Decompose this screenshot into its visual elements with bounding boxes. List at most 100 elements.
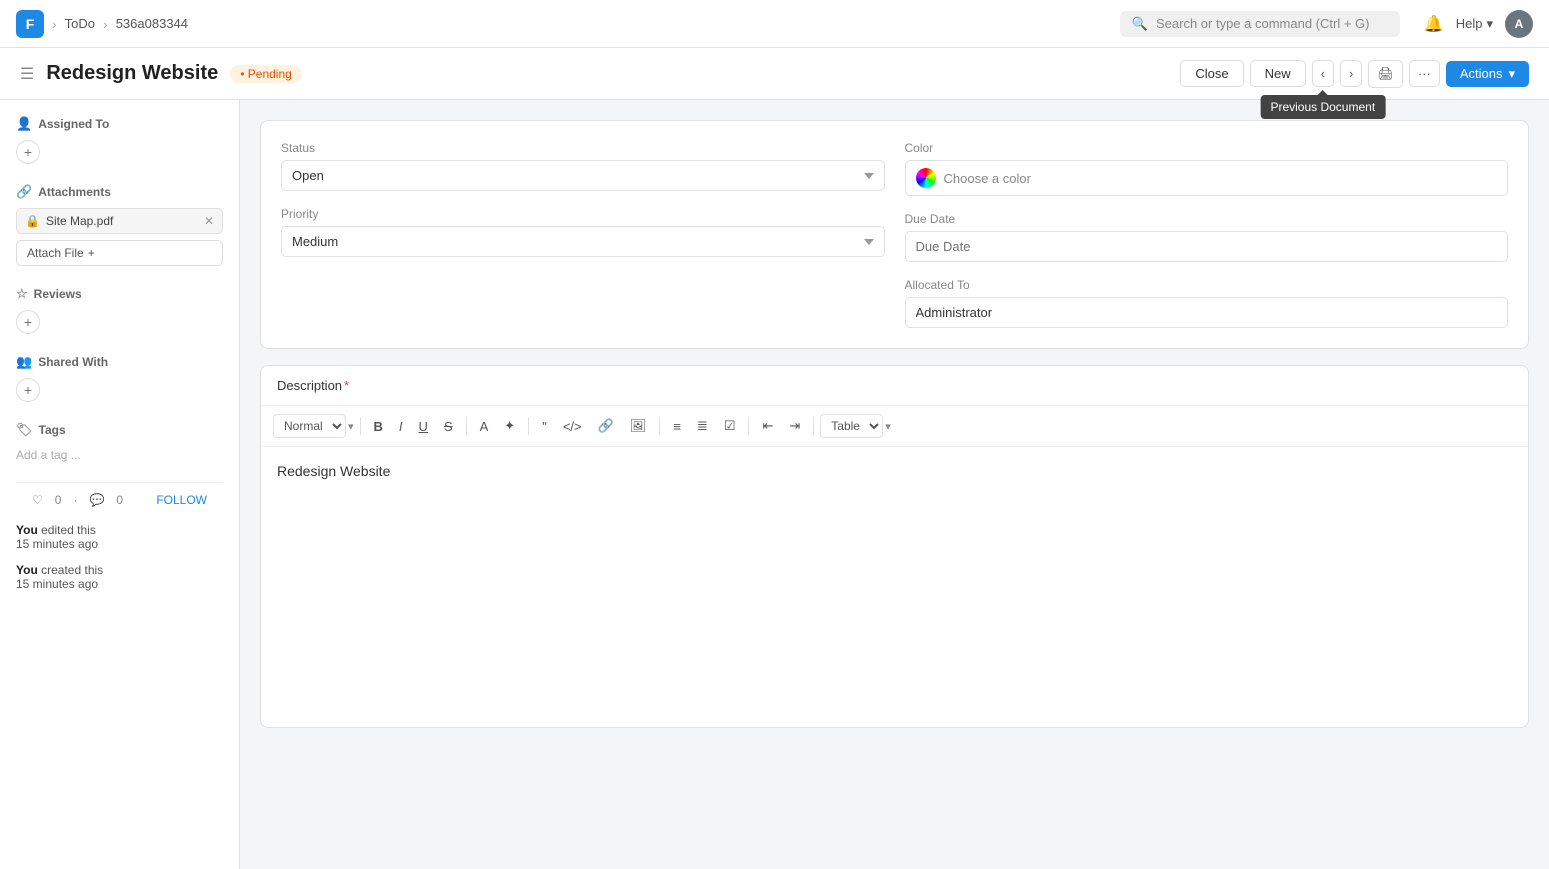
link-button[interactable]: 🔗 <box>591 414 621 438</box>
search-bar[interactable]: 🔍 Search or type a command (Ctrl + G) <box>1120 11 1400 37</box>
search-placeholder: Search or type a command (Ctrl + G) <box>1156 16 1370 31</box>
format-select[interactable]: Normal <box>273 414 346 438</box>
doc-title: Redesign Website <box>46 62 218 85</box>
navbar: F › ToDo › 536a083344 🔍 Search or type a… <box>0 0 1549 48</box>
main-content: Status Open Priority Medium <box>240 100 1549 869</box>
help-menu[interactable]: Help ▾ <box>1456 16 1493 32</box>
description-card: Description* Normal ▾ B I U S A ✦ " </> … <box>260 365 1529 728</box>
toolbar-divider-6 <box>813 417 814 435</box>
attachments-section: 🔗 Attachments 🔒 Site Map.pdf ✕ Attach Fi… <box>16 184 223 266</box>
color-picker[interactable]: Choose a color <box>905 160 1509 196</box>
form-card: Status Open Priority Medium <box>260 120 1529 349</box>
add-tag-input[interactable]: Add a tag ... <box>16 448 81 462</box>
table-chevron-icon: ▾ <box>885 420 891 433</box>
bold-button[interactable]: B <box>367 415 390 438</box>
attach-label: Attach File <box>27 246 84 260</box>
remove-attachment-icon[interactable]: ✕ <box>204 214 214 228</box>
form-right-col: Color Choose a color Due Date Allocated … <box>905 141 1509 328</box>
priority-select[interactable]: Medium <box>281 226 885 257</box>
blockquote-button[interactable]: " <box>535 415 554 438</box>
breadcrumb-id[interactable]: 536a083344 <box>116 16 188 31</box>
attachment-filename[interactable]: Site Map.pdf <box>46 214 113 228</box>
file-icon: 🔒 <box>25 214 40 228</box>
description-label: Description <box>277 378 342 393</box>
allocated-to-group: Allocated To <box>905 278 1509 328</box>
doc-header: ☰ Redesign Website • Pending Close New ‹… <box>0 48 1549 100</box>
checklist-button[interactable]: ☑ <box>717 414 743 438</box>
follow-button[interactable]: FOLLOW <box>156 493 207 507</box>
shared-with-section: 👥 Shared With + <box>16 354 223 402</box>
avatar[interactable]: A <box>1505 10 1533 38</box>
heart-icon: ♡ <box>32 493 43 507</box>
toolbar-divider-1 <box>360 417 361 435</box>
underline-button[interactable]: U <box>412 415 435 438</box>
stats-row: ♡ 0 · 💬 0 FOLLOW <box>16 482 223 517</box>
people-icon: 👥 <box>16 354 32 370</box>
search-icon: 🔍 <box>1132 16 1148 32</box>
assigned-to-section: 👤 Assigned To + <box>16 116 223 164</box>
next-doc-button[interactable]: › <box>1340 60 1362 87</box>
unordered-list-button[interactable]: ≣ <box>690 414 715 438</box>
editor-body[interactable]: Redesign Website <box>261 447 1528 727</box>
dot-divider: · <box>73 493 77 507</box>
reviews-label: Reviews <box>34 287 82 301</box>
highlight-button[interactable]: ✦ <box>497 414 522 438</box>
image-button[interactable]: 🖼 <box>623 414 654 438</box>
star-icon: ☆ <box>16 286 28 302</box>
tags-header: 🏷 Tags <box>16 422 223 438</box>
strikethrough-button[interactable]: S <box>437 415 460 438</box>
notifications-icon[interactable]: 🔔 <box>1424 14 1444 34</box>
activity-item-0: You edited this 15 minutes ago <box>16 517 223 557</box>
indent-decrease-button[interactable]: ⇤ <box>755 414 780 438</box>
activity-when-1: 15 minutes ago <box>16 577 98 591</box>
close-button[interactable]: Close <box>1180 60 1243 87</box>
toolbar-divider-5 <box>748 417 749 435</box>
form-grid: Status Open Priority Medium <box>281 141 1508 328</box>
assigned-to-header: 👤 Assigned To <box>16 116 223 132</box>
status-select[interactable]: Open <box>281 160 885 191</box>
add-review-button[interactable]: + <box>16 310 40 334</box>
due-date-group: Due Date <box>905 212 1509 262</box>
toolbar-divider-2 <box>466 417 467 435</box>
activity-item-1: You created this 15 minutes ago <box>16 557 223 597</box>
actions-button[interactable]: Actions ▾ <box>1446 61 1529 87</box>
activity-log: You edited this 15 minutes ago You creat… <box>16 517 223 597</box>
color-wheel-icon <box>916 168 936 188</box>
attach-file-button[interactable]: Attach File + <box>16 240 223 266</box>
due-date-label: Due Date <box>905 212 1509 226</box>
activity-action-1: created this <box>41 563 103 577</box>
description-header: Description* <box>261 366 1528 406</box>
breadcrumb-todo[interactable]: ToDo <box>65 16 95 31</box>
tags-label: Tags <box>39 423 66 437</box>
prev-doc-button[interactable]: ‹ <box>1312 60 1334 87</box>
add-assigned-to-button[interactable]: + <box>16 140 40 164</box>
activity-who-0: You <box>16 523 38 537</box>
toolbar-divider-3 <box>528 417 529 435</box>
sidebar-toggle-icon[interactable]: ☰ <box>20 64 34 84</box>
ordered-list-button[interactable]: ≡ <box>666 415 688 438</box>
priority-group: Priority Medium <box>281 207 885 257</box>
attachment-icon: 🔗 <box>16 184 32 200</box>
code-button[interactable]: </> <box>556 415 589 438</box>
toolbar-chevron-icon: ▾ <box>348 420 354 433</box>
editor-content: Redesign Website <box>277 463 390 479</box>
indent-increase-button[interactable]: ⇥ <box>782 414 807 438</box>
allocated-to-label: Allocated To <box>905 278 1509 292</box>
app-logo[interactable]: F <box>16 10 44 38</box>
more-options-button[interactable]: ··· <box>1409 60 1440 87</box>
new-button[interactable]: New <box>1250 60 1306 87</box>
italic-button[interactable]: I <box>392 415 410 438</box>
due-date-input[interactable] <box>905 231 1509 262</box>
color-group: Color Choose a color <box>905 141 1509 196</box>
form-left-col: Status Open Priority Medium <box>281 141 885 328</box>
attachment-file-item: 🔒 Site Map.pdf ✕ <box>16 208 223 234</box>
add-shared-with-button[interactable]: + <box>16 378 40 402</box>
reviews-header: ☆ Reviews <box>16 286 223 302</box>
priority-label: Priority <box>281 207 885 221</box>
reviews-section: ☆ Reviews + <box>16 286 223 334</box>
font-color-button[interactable]: A <box>473 415 496 438</box>
print-button[interactable]: 🖨 <box>1368 60 1403 88</box>
table-select[interactable]: Table <box>820 414 883 438</box>
status-group: Status Open <box>281 141 885 191</box>
allocated-to-input[interactable] <box>905 297 1509 328</box>
